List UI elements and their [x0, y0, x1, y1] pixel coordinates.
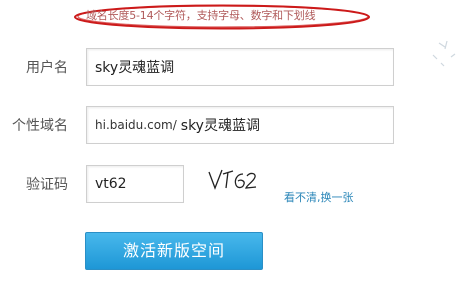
domain-hint: 域名长度5-14个字符，支持字母、数字和下划线: [72, 3, 372, 31]
domain-prefix: hi.baidu.com/: [95, 118, 177, 132]
refresh-captcha-link[interactable]: 看不清,换一张: [284, 189, 354, 205]
username-input[interactable]: [95, 59, 393, 75]
activate-space-button[interactable]: 激活新版空间: [85, 232, 263, 270]
captcha-input[interactable]: [95, 176, 183, 192]
captcha-label: 验证码: [26, 177, 68, 193]
domain-label: 个性域名: [12, 118, 68, 134]
captcha-field[interactable]: [86, 165, 184, 203]
hint-text: 域名长度5-14个字符，支持字母、数字和下划线: [86, 9, 316, 22]
captcha-image[interactable]: [203, 162, 263, 202]
decorative-doodle-icon: [432, 40, 456, 67]
domain-input[interactable]: [180, 117, 393, 133]
username-field[interactable]: [86, 48, 394, 86]
username-label: 用户名: [26, 60, 68, 76]
domain-field[interactable]: hi.baidu.com/: [86, 106, 394, 144]
